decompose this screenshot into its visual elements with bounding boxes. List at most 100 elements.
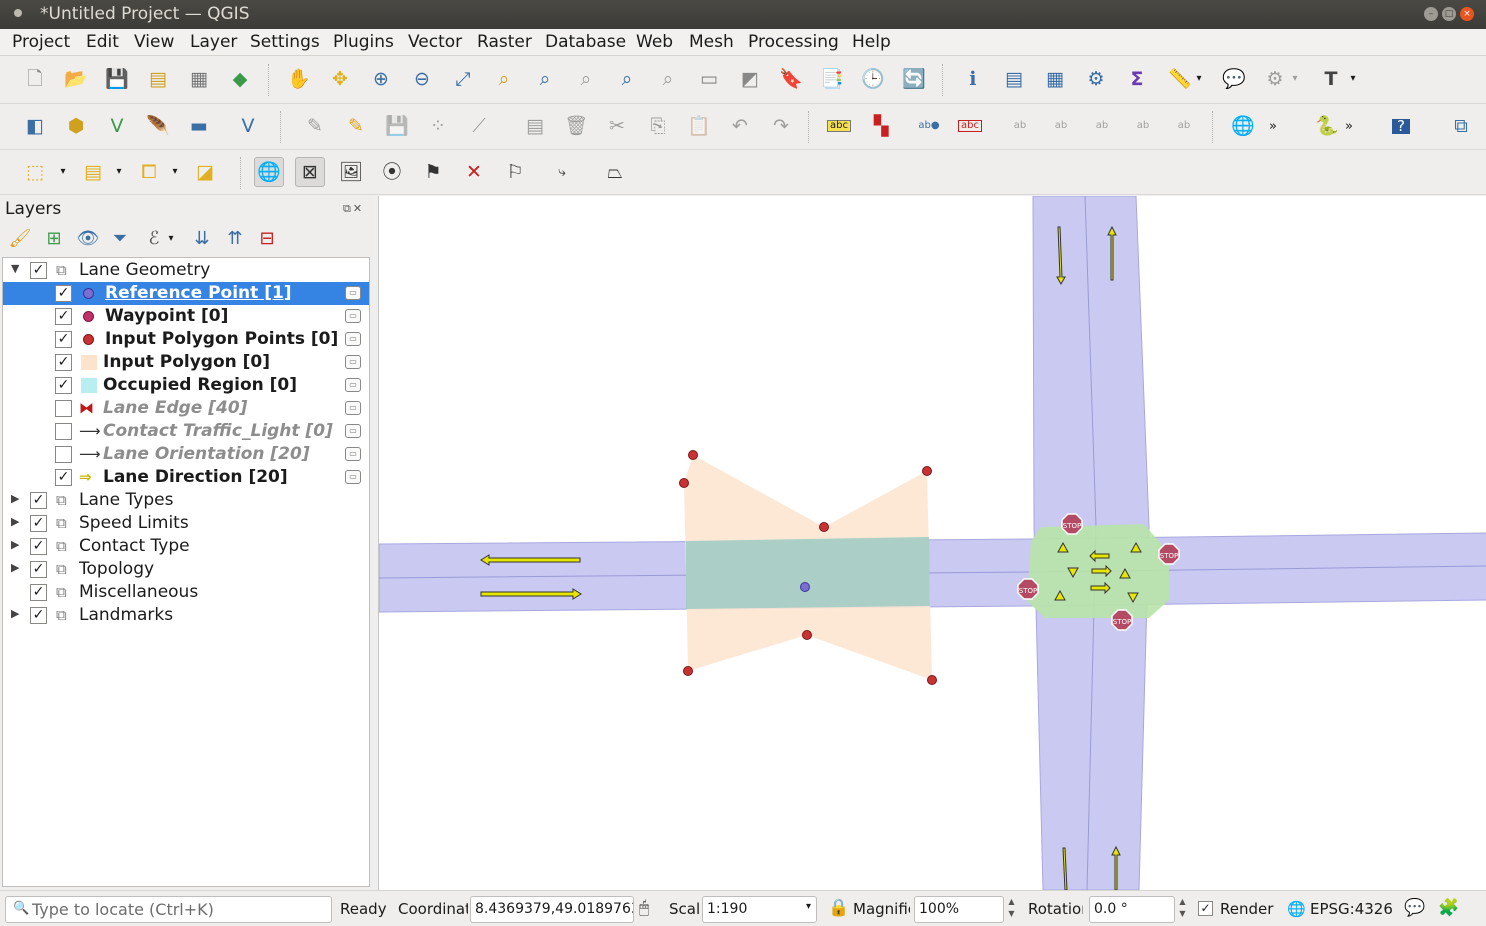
open-attribute-table-icon[interactable]: ▦ <box>1040 64 1070 94</box>
layer-group-topology[interactable]: ▶ ✓ ⧉ Topology <box>3 558 369 581</box>
select-dropdown-icon[interactable]: ▾ <box>56 157 70 187</box>
layer-indicator-icon[interactable]: ▭ <box>345 332 361 346</box>
undo-icon[interactable]: ↶ <box>725 111 755 141</box>
toolbar-overflow-icon[interactable]: » <box>1342 111 1356 141</box>
point-tool-icon[interactable]: ⦿ <box>377 157 407 187</box>
save-project-icon[interactable]: 💾 <box>102 64 132 94</box>
zoom-to-layer-icon[interactable]: ⌕ <box>530 64 560 94</box>
add-feature-icon[interactable]: ⁘ <box>423 111 453 141</box>
show-bookmarks-icon[interactable]: 📑 <box>817 64 847 94</box>
open-project-icon[interactable]: 📂 <box>61 64 91 94</box>
menu-edit[interactable]: Edit <box>86 32 119 52</box>
filter-legend-icon[interactable]: ⏷ <box>106 224 134 252</box>
zoom-native-icon[interactable]: ⌕ <box>571 64 601 94</box>
layer-labeling-options-icon[interactable]: abc <box>824 111 854 141</box>
delete-cross-icon[interactable]: ✕ <box>459 157 489 187</box>
layer-visibility-checkbox[interactable] <box>55 423 72 440</box>
coordinate-field[interactable]: 8.4369379,49.0189763 <box>470 896 634 923</box>
menu-web[interactable]: Web <box>636 32 673 52</box>
manage-visibility-icon[interactable]: 👁 <box>74 224 102 252</box>
polygon-vertex[interactable] <box>927 675 937 685</box>
layer-diagram-options-icon[interactable]: ▚ <box>866 111 896 141</box>
style-manager-icon[interactable]: ◆ <box>225 64 255 94</box>
group-visibility-checkbox[interactable]: ✓ <box>30 492 47 509</box>
select-value-dropdown-icon[interactable]: ▾ <box>112 157 126 187</box>
refresh-icon[interactable]: 🔄 <box>899 64 929 94</box>
select-by-value-icon[interactable]: ▤ <box>78 157 108 187</box>
delete-selected-icon[interactable]: 🗑 <box>561 111 591 141</box>
plugin-icon[interactable]: ⧉ <box>1446 111 1476 141</box>
highlight-pinned-labels-icon[interactable]: ab● <box>914 111 944 141</box>
deselect-dropdown-icon[interactable]: ▾ <box>168 157 182 187</box>
current-edits-icon[interactable]: ✎ <box>300 111 330 141</box>
layer-visibility-checkbox[interactable] <box>55 446 72 463</box>
data-source-manager-icon[interactable]: ◧ <box>20 111 50 141</box>
crs-globe-icon[interactable]: 🌐 <box>1287 900 1306 918</box>
select-features-icon[interactable]: ⬚ <box>20 157 50 187</box>
zoom-in-icon[interactable]: ⊕ <box>366 64 396 94</box>
layer-input-polygon[interactable]: ✓ Input Polygon [0] ▭ <box>3 351 369 374</box>
save-layer-edits-icon[interactable]: 💾 <box>382 111 412 141</box>
layout-dropdown-icon[interactable]: ▾ <box>1288 64 1302 94</box>
add-wms-layer-icon[interactable]: 🌐 <box>1228 111 1258 141</box>
layer-indicator-icon[interactable]: ▭ <box>345 447 361 461</box>
magnifier-spin-icon[interactable]: ▲ ▼ <box>1004 896 1019 923</box>
collapse-arrow-icon[interactable]: ▼ <box>11 262 19 275</box>
text-annotation-icon[interactable]: T <box>1316 64 1346 94</box>
change-label-icon[interactable]: ab <box>1169 111 1199 141</box>
trapezoid-icon[interactable]: ⏢ <box>600 157 630 187</box>
identify-features-icon[interactable]: ℹ <box>958 64 988 94</box>
layer-indicator-icon[interactable]: ▭ <box>345 286 361 300</box>
group-visibility-checkbox[interactable]: ✓ <box>30 262 47 279</box>
layer-group-speed-limits[interactable]: ▶ ✓ ⧉ Speed Limits <box>3 512 369 535</box>
panel-float-close-icons[interactable]: ⧉✕ <box>343 202 364 216</box>
rotation-field[interactable]: 0.0 ° <box>1089 896 1175 923</box>
close-button[interactable]: × <box>1460 7 1474 21</box>
crs-label[interactable]: EPSG:4326 <box>1310 900 1393 918</box>
menu-plugins[interactable]: Plugins <box>333 32 394 52</box>
measure-dropdown-icon[interactable]: ▾ <box>1192 64 1206 94</box>
pin-labels-icon[interactable]: ab <box>1005 111 1035 141</box>
layer-visibility-checkbox[interactable] <box>55 400 72 417</box>
polygon-vertex[interactable] <box>819 522 829 532</box>
plugin-update-icon[interactable]: 🧩 <box>1438 898 1459 918</box>
menu-settings[interactable]: Settings <box>250 32 320 52</box>
reference-point[interactable] <box>800 582 810 592</box>
collapse-all-icon[interactable]: ⇈ <box>221 224 249 252</box>
group-visibility-checkbox[interactable]: ✓ <box>30 561 47 578</box>
lock-scale-icon[interactable]: 🔒 <box>828 898 849 918</box>
expand-arrow-icon[interactable]: ▶ <box>11 561 19 574</box>
paste-features-icon[interactable]: 📋 <box>684 111 714 141</box>
new-project-icon[interactable]: 🗋 <box>20 64 50 94</box>
layer-indicator-icon[interactable]: ▭ <box>345 401 361 415</box>
new-print-layout-icon[interactable]: ▤ <box>143 64 173 94</box>
zoom-out-icon[interactable]: ⊖ <box>407 64 437 94</box>
new-temporary-layer-icon[interactable]: ▬ <box>184 111 214 141</box>
menu-project[interactable]: Project <box>12 32 70 52</box>
layer-lane-edge[interactable]: ⧓ Lane Edge [40] ▭ <box>3 397 369 420</box>
layer-group-miscellaneous[interactable]: ✓ ⧉ Miscellaneous <box>3 581 369 604</box>
layer-visibility-checkbox[interactable]: ✓ <box>55 285 72 302</box>
flag-icon[interactable]: ⚑ <box>418 157 448 187</box>
layer-group-contact-type[interactable]: ▶ ✓ ⧉ Contact Type <box>3 535 369 558</box>
statistical-summary-icon[interactable]: Σ <box>1122 64 1152 94</box>
group-visibility-checkbox[interactable]: ✓ <box>30 607 47 624</box>
polygon-vertex[interactable] <box>679 478 689 488</box>
menu-view[interactable]: View <box>134 32 174 52</box>
help-contents-icon[interactable]: ? <box>1386 111 1416 141</box>
route-steps-icon[interactable]: ⤷ <box>547 157 577 187</box>
menu-mesh[interactable]: Mesh <box>689 32 734 52</box>
rotate-label-icon[interactable]: ab <box>1128 111 1158 141</box>
layer-group-lane-geometry[interactable]: ▼ ✓ ⧉ Lane Geometry <box>3 259 369 282</box>
layer-contact-traffic-light[interactable]: ⟶ Contact Traffic_Light [0] ▭ <box>3 420 369 443</box>
flags-icon[interactable]: ⚐ <box>500 157 530 187</box>
new-spatialite-layer-icon[interactable]: 🪶 <box>143 111 173 141</box>
scale-combobox[interactable]: 1:190 ▾ <box>702 896 817 923</box>
pan-hand-icon[interactable]: ✋ <box>284 64 314 94</box>
move-label-icon[interactable]: ab <box>1087 111 1117 141</box>
attribute-table-icon[interactable]: ▤ <box>999 64 1029 94</box>
redo-icon[interactable]: ↷ <box>766 111 796 141</box>
map-tips-icon[interactable]: 💬 <box>1219 64 1249 94</box>
zoom-last-icon[interactable]: ⌕ <box>612 64 642 94</box>
layer-visibility-checkbox[interactable]: ✓ <box>55 377 72 394</box>
